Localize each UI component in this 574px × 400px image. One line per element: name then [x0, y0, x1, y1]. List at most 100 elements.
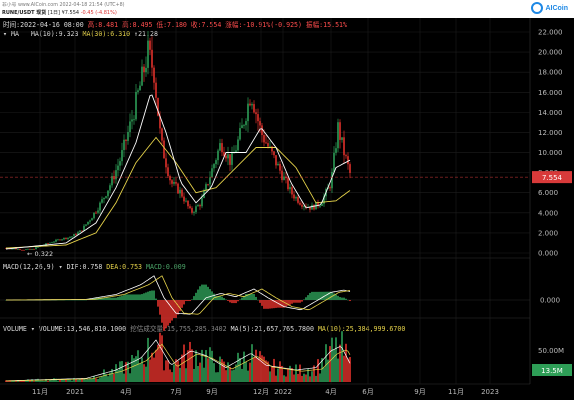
volume-bar [221, 359, 223, 382]
time-tick-label: 2022 [274, 388, 292, 396]
candle-body [125, 139, 127, 141]
macd-histogram-bar [195, 292, 197, 300]
macd-histogram-bar [153, 290, 155, 300]
macd-histogram-bar [135, 294, 137, 300]
time-tick-label: 7月 [170, 388, 181, 396]
candle-body [47, 243, 49, 245]
volume-bar [209, 347, 211, 382]
macd-histogram-bar [309, 292, 311, 300]
candle-body [293, 194, 295, 199]
macd-histogram-bar [117, 297, 119, 300]
candle-body [141, 66, 143, 86]
candle-body [129, 121, 131, 133]
volume-bar [33, 381, 35, 382]
volume-bar [143, 364, 145, 382]
candle-body [291, 187, 293, 195]
candle-body [245, 121, 247, 126]
macd-histogram-bar [245, 294, 247, 300]
candle-body [209, 177, 211, 185]
macd-histogram-bar [169, 300, 171, 324]
volume-bar [247, 370, 249, 382]
candle-body [319, 205, 321, 207]
volume-bar [239, 357, 241, 382]
candle-body [229, 154, 231, 165]
macd-histogram-bar [223, 298, 225, 300]
macd-tick-label: 0.000 [540, 297, 560, 305]
macd-histogram-bar [311, 291, 313, 300]
price-tick-label: 0.000 [538, 250, 558, 258]
price-candles [5, 30, 351, 251]
macd-histogram-bar [155, 298, 157, 300]
candle-body [75, 234, 77, 235]
candle-body [215, 160, 217, 165]
volume-bar [187, 350, 189, 382]
candle-body [275, 155, 277, 166]
macd-histogram-bar [125, 294, 127, 300]
macd-histogram-bar [349, 300, 351, 302]
volume-bar [249, 362, 251, 382]
volume-bar [207, 358, 209, 382]
macd-histogram-bar [185, 300, 187, 302]
candle-body [89, 220, 91, 222]
candle-body [197, 205, 199, 207]
macd-histogram-bar [289, 300, 291, 305]
volume-bar [335, 337, 337, 382]
volume-bar [59, 379, 61, 382]
volume-bar [191, 349, 193, 382]
macd-histogram-bar [139, 294, 141, 300]
volume-bar [339, 344, 341, 382]
candle-body [213, 164, 215, 169]
volume-bar [189, 341, 191, 382]
volume-bar [265, 360, 267, 382]
macd-histogram-bar [113, 297, 115, 300]
candle-body [301, 204, 303, 207]
candle-body [211, 168, 213, 178]
volume-bar [227, 362, 229, 382]
candle-body [135, 91, 137, 120]
candle-body [69, 237, 71, 239]
macd-histogram-bar [165, 300, 167, 329]
candle-body [71, 236, 73, 238]
price-tick-label: 22.000 [538, 29, 563, 37]
candle-body [221, 143, 223, 153]
candle-body [95, 212, 97, 214]
macd-histogram-bar [301, 300, 303, 302]
candle-body [97, 210, 99, 213]
macd-histogram-bar [335, 294, 337, 300]
candle-body [105, 196, 107, 198]
candle-body [185, 200, 187, 202]
macd-histogram-bar [271, 300, 273, 309]
time-tick-label: 11月 [32, 388, 48, 396]
volume-bar [257, 358, 259, 382]
macd-histogram-bar [127, 294, 129, 300]
candle-body [167, 167, 169, 177]
macd-histogram-bar [317, 291, 319, 300]
candlestick-chart[interactable]: 22.000 20.000 18.000 16.000 14.000 12.000 10.0… [0, 0, 574, 400]
volume-panel [5, 331, 351, 382]
volume-bar [165, 360, 167, 382]
macd-histogram-bar [143, 293, 145, 300]
macd-histogram-bar [123, 295, 125, 300]
candle-body [179, 189, 181, 194]
volume-bar [87, 379, 89, 382]
volume-bar [205, 350, 207, 382]
volume-bar [183, 344, 185, 382]
candle-body [87, 221, 89, 225]
candle-body [181, 189, 183, 197]
candle-body [343, 137, 345, 156]
candle-body [23, 249, 25, 251]
volume-bar [305, 374, 307, 382]
candle-body [123, 139, 125, 151]
macd-histogram-bar [115, 297, 117, 300]
macd-histogram-bar [197, 289, 199, 300]
candle-body [117, 165, 119, 171]
macd-histogram-bar [339, 297, 341, 300]
volume-bar [271, 366, 273, 382]
volume-bar [157, 344, 159, 382]
candle-body [79, 230, 81, 233]
candle-body [241, 125, 243, 129]
candle-body [15, 248, 17, 250]
volume-bar [245, 361, 247, 382]
macd-histogram-bar [343, 297, 345, 300]
macd-histogram-bar [269, 300, 271, 309]
